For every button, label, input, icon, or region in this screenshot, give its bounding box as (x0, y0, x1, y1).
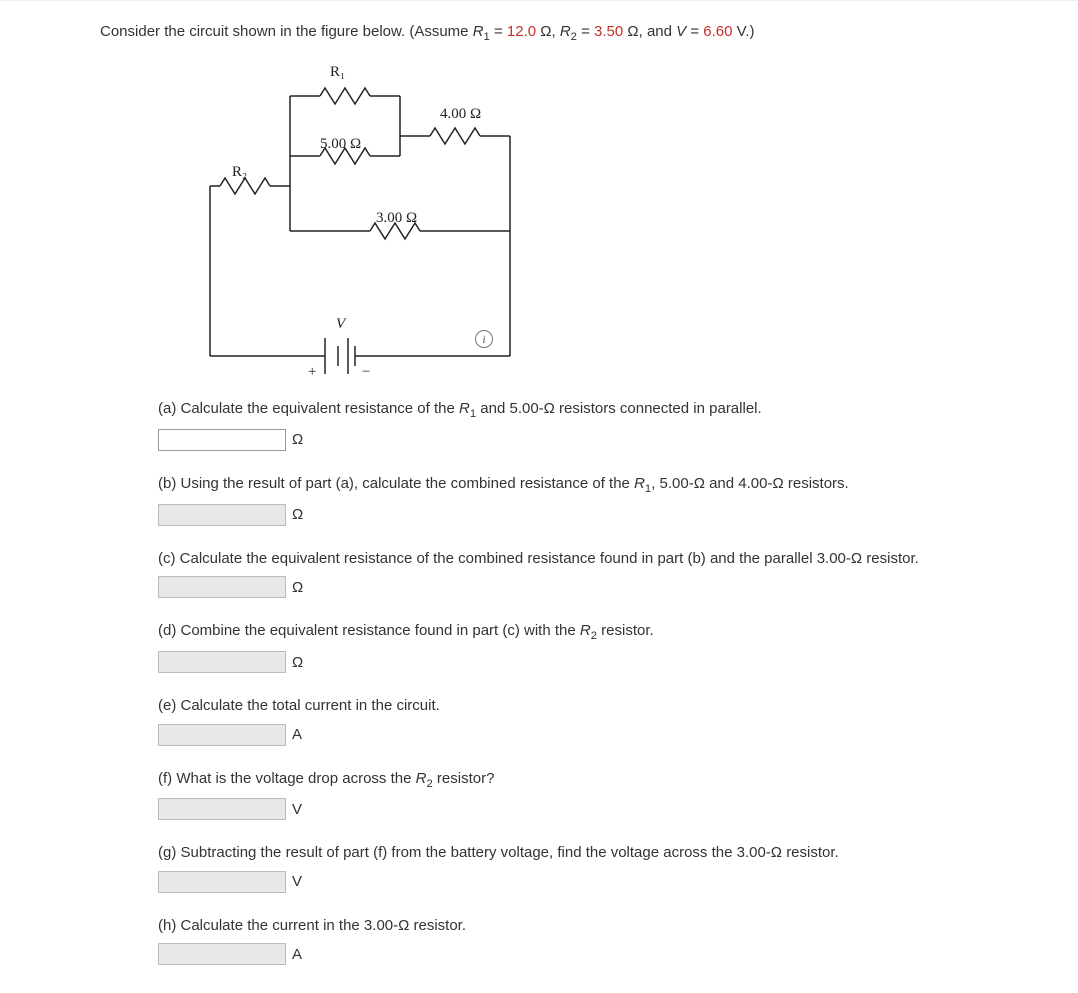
part-d-input (158, 651, 286, 673)
part-c-input-row: Ω (158, 576, 980, 598)
problem-intro: Consider the circuit shown in the figure… (100, 21, 980, 46)
part-g-text: (g) Subtracting the result of part (f) f… (158, 842, 980, 865)
intro-r2-unit: Ω, and (623, 23, 676, 40)
part-a: (a) Calculate the equivalent resistance … (158, 398, 980, 451)
part-a-pre: (a) Calculate the equivalent resistance … (158, 400, 459, 417)
label-r1: R₁ (330, 64, 345, 81)
part-c-input (158, 576, 286, 598)
part-f-unit: V (292, 801, 302, 818)
intro-eq1: = (490, 23, 507, 40)
part-h-text: (h) Calculate the current in the 3.00-Ω … (158, 915, 980, 938)
part-b-pre: (b) Using the result of part (a), calcul… (158, 475, 634, 492)
part-e-input (158, 724, 286, 746)
part-a-input-row: Ω (158, 429, 980, 451)
intro-v-val: 6.60 (703, 23, 732, 40)
intro-r1-val: 12.0 (507, 23, 536, 40)
intro-r2-val: 3.50 (594, 23, 623, 40)
part-a-text: (a) Calculate the equivalent resistance … (158, 398, 980, 423)
part-b-input-row: Ω (158, 504, 980, 526)
label-plus: + (308, 364, 316, 381)
page: Consider the circuit shown in the figure… (0, 0, 1078, 993)
part-a-unit: Ω (292, 431, 303, 448)
label-minus: − (362, 364, 370, 381)
intro-r1-unit: Ω, (536, 23, 560, 40)
problem-content: Consider the circuit shown in the figure… (0, 9, 980, 993)
part-b: (b) Using the result of part (a), calcul… (158, 473, 980, 526)
part-f-input (158, 798, 286, 820)
part-h-unit: A (292, 946, 302, 963)
part-f-pre: (f) What is the voltage drop across the (158, 770, 416, 787)
part-e-text: (e) Calculate the total current in the c… (158, 695, 980, 718)
part-h: (h) Calculate the current in the 3.00-Ω … (158, 915, 980, 966)
part-e-input-row: A (158, 724, 980, 746)
circuit-diagram: R₁ 4.00 Ω 5.00 Ω R₂ 3.00 Ω V + − (200, 56, 610, 376)
part-a-post: and 5.00-Ω resistors connected in parall… (476, 400, 762, 417)
part-d-post: resistor. (597, 622, 654, 639)
part-d-text: (d) Combine the equivalent resistance fo… (158, 620, 980, 645)
part-d-pre: (d) Combine the equivalent resistance fo… (158, 622, 580, 639)
label-r5: 5.00 Ω (320, 136, 361, 153)
part-g-input-row: V (158, 871, 980, 893)
intro-eq2: = (577, 23, 594, 40)
part-e: (e) Calculate the total current in the c… (158, 695, 980, 746)
part-b-unit: Ω (292, 506, 303, 523)
part-g-input (158, 871, 286, 893)
intro-v-unit: V.) (733, 23, 755, 40)
part-d-sym: R (580, 622, 591, 639)
part-b-input (158, 504, 286, 526)
part-h-input (158, 943, 286, 965)
label-r2: R₂ (232, 164, 247, 181)
part-f-sym: R (416, 770, 427, 787)
part-d-unit: Ω (292, 654, 303, 671)
part-b-text: (b) Using the result of part (a), calcul… (158, 473, 980, 498)
part-c: (c) Calculate the equivalent resistance … (158, 548, 980, 599)
part-b-post: , 5.00-Ω and 4.00-Ω resistors. (651, 475, 849, 492)
intro-r2-sym: R (560, 23, 571, 40)
part-c-unit: Ω (292, 579, 303, 596)
part-a-sym: R (459, 400, 470, 417)
part-f-post: resistor? (433, 770, 495, 787)
intro-v-sym: V (676, 23, 686, 40)
part-f-input-row: V (158, 798, 980, 820)
part-d: (d) Combine the equivalent resistance fo… (158, 620, 980, 673)
info-icon[interactable]: i (475, 330, 493, 348)
part-g: (g) Subtracting the result of part (f) f… (158, 842, 980, 893)
part-f: (f) What is the voltage drop across the … (158, 768, 980, 821)
part-g-unit: V (292, 873, 302, 890)
part-d-input-row: Ω (158, 651, 980, 673)
part-b-sym: R (634, 475, 645, 492)
label-r4: 4.00 Ω (440, 106, 481, 123)
part-c-text: (c) Calculate the equivalent resistance … (158, 548, 980, 571)
intro-prefix: Consider the circuit shown in the figure… (100, 23, 473, 40)
label-v: V (336, 316, 345, 333)
part-f-text: (f) What is the voltage drop across the … (158, 768, 980, 793)
info-icon-glyph: i (482, 332, 485, 347)
part-e-unit: A (292, 726, 302, 743)
label-r3: 3.00 Ω (376, 210, 417, 227)
intro-eq3: = (686, 23, 703, 40)
part-h-input-row: A (158, 943, 980, 965)
intro-r1-sym: R (473, 23, 484, 40)
part-a-input[interactable] (158, 429, 286, 451)
